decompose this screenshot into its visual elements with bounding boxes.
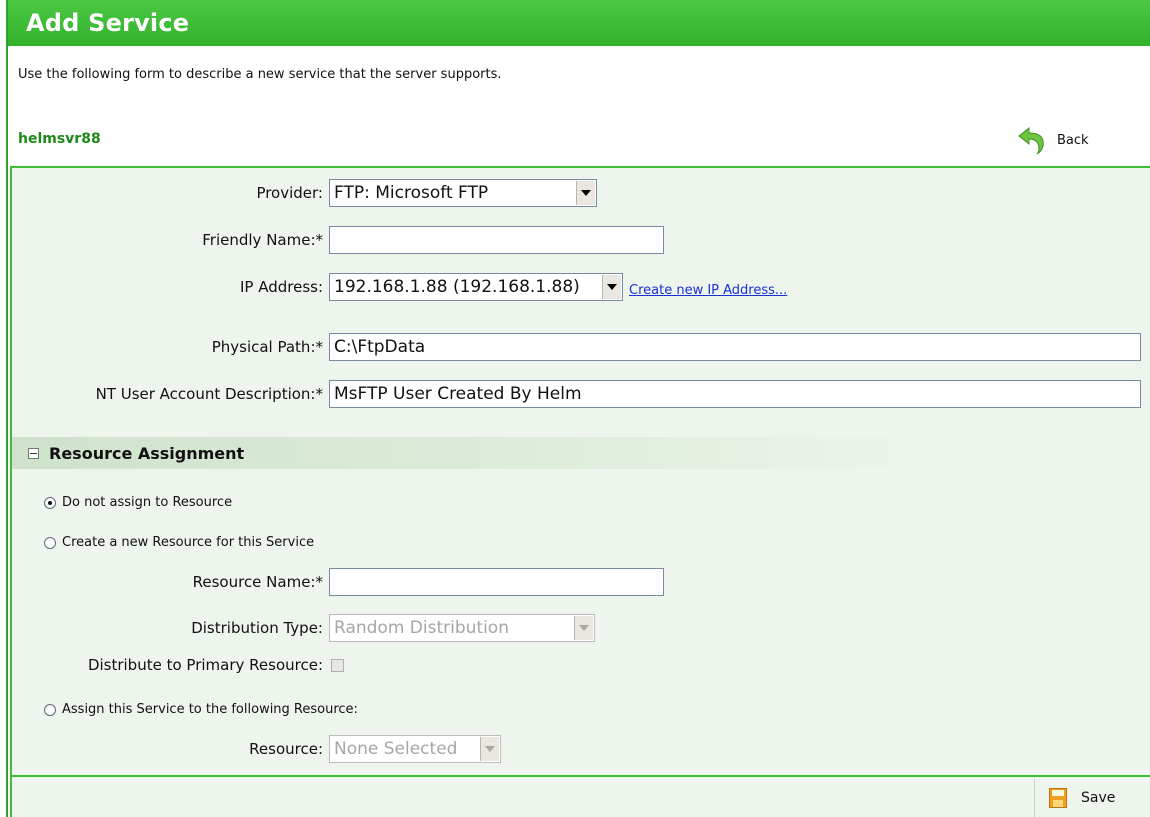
ip-address-row: IP Address: 192.168.1.88 (192.168.1.88) …: [12, 273, 787, 301]
ip-address-value: 192.168.1.88 (192.168.1.88): [334, 277, 580, 297]
resource-name-label: Resource Name:*: [192, 573, 323, 591]
friendly-name-row: Friendly Name:*: [12, 226, 664, 254]
dropdown-arrow-icon[interactable]: [480, 737, 499, 761]
distribute-primary-checkbox[interactable]: [331, 658, 344, 672]
back-arrow-icon: [1018, 126, 1044, 155]
page-title: Add Service: [26, 9, 190, 37]
save-icon: [1049, 788, 1067, 808]
dropdown-arrow-icon[interactable]: [602, 275, 621, 299]
ip-address-select[interactable]: 192.168.1.88 (192.168.1.88): [329, 273, 623, 301]
dropdown-arrow-icon[interactable]: [574, 616, 593, 640]
dropdown-arrow-icon[interactable]: [576, 181, 595, 205]
save-button[interactable]: Save: [1034, 779, 1115, 817]
radio-no-resource[interactable]: Do not assign to Resource: [44, 495, 232, 510]
distribution-type-value: Random Distribution: [334, 618, 509, 638]
form-footer: Save: [12, 775, 1150, 817]
resource-name-row: Resource Name:*: [12, 568, 664, 596]
save-label: Save: [1081, 790, 1116, 806]
physical-path-row: Physical Path:*: [12, 333, 1141, 361]
provider-label: Provider:: [256, 184, 323, 202]
resource-select-label: Resource:: [249, 740, 323, 758]
resource-select-value: None Selected: [334, 739, 458, 759]
radio-button[interactable]: [44, 536, 56, 549]
distribute-primary-label: Distribute to Primary Resource:: [87, 656, 323, 674]
physical-path-label: Physical Path:*: [211, 338, 323, 356]
distribution-type-row: Distribution Type: Random Distribution: [12, 614, 595, 642]
create-ip-link[interactable]: Create new IP Address...: [629, 283, 787, 298]
nt-user-label: NT User Account Description:*: [95, 385, 323, 403]
radio-create-resource[interactable]: Create a new Resource for this Service: [44, 535, 314, 550]
distribution-type-select[interactable]: Random Distribution: [329, 614, 595, 642]
resource-assignment-header[interactable]: Resource Assignment: [12, 437, 1150, 469]
radio-button[interactable]: [44, 703, 56, 716]
radio-create-resource-label: Create a new Resource for this Service: [62, 535, 315, 550]
collapse-icon[interactable]: [28, 447, 39, 459]
radio-button-checked[interactable]: [44, 496, 56, 509]
back-label: Back: [1057, 132, 1089, 148]
physical-path-input[interactable]: [329, 333, 1141, 361]
distribution-type-label: Distribution Type:: [191, 619, 323, 637]
friendly-name-input[interactable]: [329, 226, 664, 254]
radio-no-resource-label: Do not assign to Resource: [62, 495, 233, 510]
friendly-name-label: Friendly Name:*: [202, 231, 323, 249]
resource-select-row: Resource: None Selected: [12, 735, 501, 763]
radio-assign-resource[interactable]: Assign this Service to the following Res…: [44, 702, 358, 717]
service-form-panel: [10, 166, 1150, 817]
resource-assignment-title: Resource Assignment: [49, 443, 245, 463]
distribute-primary-row: Distribute to Primary Resource:: [12, 656, 344, 674]
resource-name-input[interactable]: [329, 568, 664, 596]
resource-select[interactable]: None Selected: [329, 735, 501, 763]
provider-row: Provider: FTP: Microsoft FTP: [12, 179, 597, 207]
nt-user-input[interactable]: [329, 380, 1141, 408]
page-description: Use the following form to describe a new…: [18, 67, 502, 82]
provider-select[interactable]: FTP: Microsoft FTP: [329, 179, 597, 207]
radio-assign-resource-label: Assign this Service to the following Res…: [62, 702, 358, 717]
title-bar: Add Service: [6, 0, 1150, 46]
left-border: [6, 46, 8, 817]
provider-value: FTP: Microsoft FTP: [334, 183, 489, 203]
nt-user-row: NT User Account Description:*: [12, 380, 1141, 408]
server-name: helmsvr88: [18, 131, 101, 147]
ip-address-label: IP Address:: [239, 278, 323, 296]
back-button[interactable]: Back: [1017, 125, 1089, 155]
